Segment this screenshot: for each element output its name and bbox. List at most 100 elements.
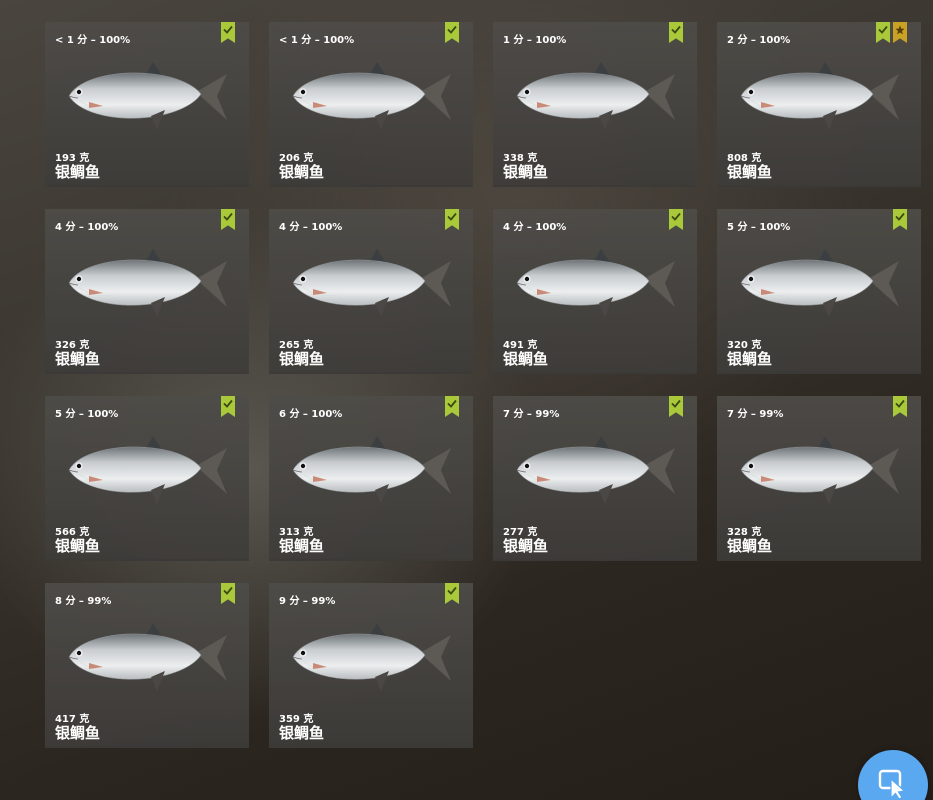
- fish-icon: [740, 62, 899, 130]
- check-badge-icon: [221, 22, 235, 43]
- catch-card[interactable]: 4 分 – 100% 265 克 银鲷鱼: [269, 209, 473, 374]
- check-icon: [223, 212, 233, 221]
- catch-time: 8 分 – 99%: [55, 596, 112, 607]
- fish-name: 银鲷鱼: [279, 350, 325, 368]
- fish-name: 银鲷鱼: [279, 163, 325, 181]
- check-badge-icon: [893, 396, 907, 417]
- star-icon: [895, 25, 905, 35]
- catch-card[interactable]: 4 分 – 100% 491 克 银鲷鱼: [493, 209, 697, 374]
- catch-card[interactable]: < 1 分 – 100% 193 克 银鲷鱼: [45, 22, 249, 187]
- star-badge-icon: [893, 22, 907, 43]
- card-badges: [669, 22, 683, 43]
- check-icon: [447, 212, 457, 221]
- check-icon: [223, 586, 233, 595]
- card-badges: [445, 583, 459, 604]
- fish-icon: [516, 249, 675, 317]
- catch-time: 4 分 – 100%: [279, 222, 343, 233]
- check-badge-icon: [445, 396, 459, 417]
- catch-card[interactable]: 5 分 – 100% 320 克 银鲷鱼: [717, 209, 921, 374]
- catch-time: 7 分 – 99%: [503, 409, 560, 420]
- fish-name: 银鲷鱼: [279, 724, 325, 742]
- check-badge-icon: [221, 396, 235, 417]
- check-icon: [895, 399, 905, 408]
- check-icon: [895, 212, 905, 221]
- check-badge-icon: [445, 22, 459, 43]
- fish-name: 银鲷鱼: [727, 350, 773, 368]
- check-badge-icon: [669, 209, 683, 230]
- card-badges: [669, 209, 683, 230]
- check-badge-icon: [221, 209, 235, 230]
- check-badge-icon: [221, 583, 235, 604]
- fish-name: 银鲷鱼: [503, 163, 549, 181]
- check-badge-icon: [669, 22, 683, 43]
- catch-card[interactable]: 2 分 – 100% 808 克 银鲷鱼: [717, 22, 921, 187]
- fish-name: 银鲷鱼: [279, 537, 325, 555]
- cursor-icon: [878, 769, 906, 800]
- catch-card[interactable]: < 1 分 – 100% 206 克 银鲷鱼: [269, 22, 473, 187]
- catch-card[interactable]: 1 分 – 100% 338 克 银鲷鱼: [493, 22, 697, 187]
- catch-time: 4 分 – 100%: [55, 222, 119, 233]
- fish-icon: [68, 623, 227, 691]
- check-icon: [447, 399, 457, 408]
- card-badges: [876, 22, 907, 43]
- fish-icon: [292, 436, 451, 504]
- catch-time: < 1 分 – 100%: [55, 35, 131, 46]
- fish-name: 银鲷鱼: [55, 537, 101, 555]
- check-icon: [447, 25, 457, 34]
- card-badges: [445, 22, 459, 43]
- fish-name: 银鲷鱼: [55, 163, 101, 181]
- fish-icon: [68, 249, 227, 317]
- card-badges: [221, 583, 235, 604]
- catch-card[interactable]: 7 分 – 99% 328 克 银鲷鱼: [717, 396, 921, 561]
- fish-icon: [292, 249, 451, 317]
- fish-name: 银鲷鱼: [55, 350, 101, 368]
- fish-name: 银鲷鱼: [727, 537, 773, 555]
- fish-icon: [68, 436, 227, 504]
- check-icon: [223, 399, 233, 408]
- check-badge-icon: [445, 583, 459, 604]
- check-icon: [671, 212, 681, 221]
- fish-icon: [516, 436, 675, 504]
- check-badge-icon: [876, 22, 890, 43]
- fish-icon: [292, 623, 451, 691]
- catch-card[interactable]: 4 分 – 100% 326 克 银鲷鱼: [45, 209, 249, 374]
- check-badge-icon: [893, 209, 907, 230]
- fish-icon: [740, 436, 899, 504]
- check-badge-icon: [669, 396, 683, 417]
- fish-icon: [292, 62, 451, 130]
- card-badges: [221, 396, 235, 417]
- check-icon: [447, 586, 457, 595]
- catch-time: 6 分 – 100%: [279, 409, 343, 420]
- cursor-mode-button[interactable]: [858, 750, 928, 800]
- check-icon: [878, 25, 888, 34]
- fish-name: 银鲷鱼: [503, 350, 549, 368]
- fish-icon: [740, 249, 899, 317]
- catch-time: 7 分 – 99%: [727, 409, 784, 420]
- catch-time: 1 分 – 100%: [503, 35, 567, 46]
- catch-grid: < 1 分 – 100% 193 克 银鲷鱼 < 1 分 – 100% 206 …: [45, 22, 921, 748]
- check-icon: [671, 399, 681, 408]
- card-badges: [445, 209, 459, 230]
- catch-time: 5 分 – 100%: [727, 222, 791, 233]
- catch-card[interactable]: 5 分 – 100% 566 克 银鲷鱼: [45, 396, 249, 561]
- card-badges: [669, 396, 683, 417]
- check-icon: [223, 25, 233, 34]
- catch-time: 5 分 – 100%: [55, 409, 119, 420]
- check-icon: [671, 25, 681, 34]
- catch-card[interactable]: 8 分 – 99% 417 克 银鲷鱼: [45, 583, 249, 748]
- check-badge-icon: [445, 209, 459, 230]
- fish-name: 银鲷鱼: [727, 163, 773, 181]
- card-badges: [893, 396, 907, 417]
- catch-card[interactable]: 9 分 – 99% 359 克 银鲷鱼: [269, 583, 473, 748]
- card-badges: [221, 209, 235, 230]
- catch-card[interactable]: 6 分 – 100% 313 克 银鲷鱼: [269, 396, 473, 561]
- fish-name: 银鲷鱼: [503, 537, 549, 555]
- fish-icon: [68, 62, 227, 130]
- card-badges: [445, 396, 459, 417]
- catch-time: < 1 分 – 100%: [279, 35, 355, 46]
- catch-card[interactable]: 7 分 – 99% 277 克 银鲷鱼: [493, 396, 697, 561]
- card-badges: [221, 22, 235, 43]
- catch-time: 9 分 – 99%: [279, 596, 336, 607]
- fish-name: 银鲷鱼: [55, 724, 101, 742]
- catch-time: 4 分 – 100%: [503, 222, 567, 233]
